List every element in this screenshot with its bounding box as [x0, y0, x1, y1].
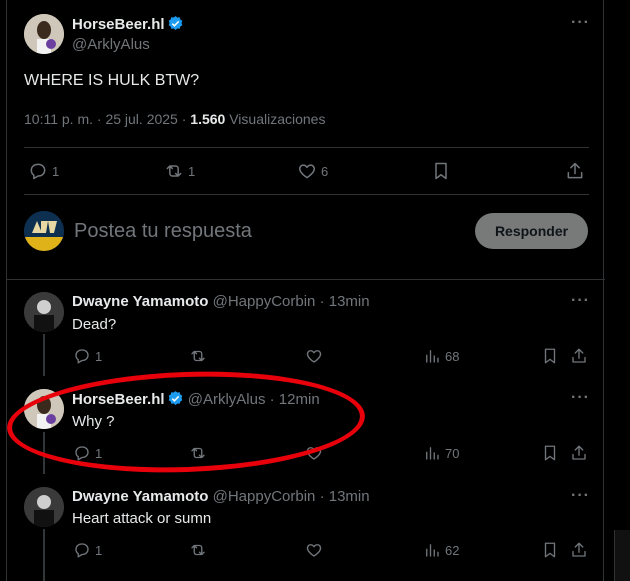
heart-icon [306, 350, 322, 363]
author-handle[interactable]: @HappyCorbin [213, 488, 316, 505]
aew-logo-avatar [24, 211, 64, 251]
views-label: Visualizaciones [225, 111, 326, 127]
reply-button[interactable]: 1 [73, 347, 102, 365]
heart-icon [306, 544, 322, 557]
share-icon [567, 162, 583, 179]
reply-age[interactable]: · 13min [320, 488, 370, 505]
reply-submit-button[interactable]: Responder [475, 213, 588, 249]
post-timestamp[interactable]: 10:11 p. m. · 25 jul. 2025 · [24, 111, 190, 127]
views-chart-icon [426, 350, 439, 363]
reply-header: Dwayne Yamamoto @HappyCorbin · 13min [72, 293, 370, 310]
dwayne-avatar-image [24, 487, 64, 527]
my-avatar[interactable] [24, 211, 64, 251]
views-count: 68 [445, 348, 460, 364]
divider [7, 279, 605, 280]
heart-icon [298, 164, 316, 179]
verified-badge-icon [168, 16, 182, 30]
views-chart-icon [426, 544, 439, 557]
share-button[interactable] [570, 444, 588, 462]
share-icon [572, 542, 586, 557]
divider [24, 194, 589, 195]
reply-text: Heart attack or sumn [72, 510, 212, 527]
bookmark-button[interactable] [541, 347, 559, 365]
reply-count: 1 [95, 348, 103, 364]
thread-line [43, 529, 45, 581]
timeline-column: HorseBeer.hl @ArklyAlus ··· WHERE IS HUL… [6, 0, 605, 581]
views-button[interactable]: 68 [423, 347, 459, 365]
bookmark-icon [544, 542, 556, 558]
like-button[interactable]: 6 [297, 161, 328, 181]
avatar[interactable] [24, 487, 64, 527]
bookmark-button[interactable] [541, 444, 559, 462]
more-options-icon[interactable]: ··· [571, 14, 590, 32]
views-count: 1.560 [190, 111, 226, 127]
author-handle[interactable]: @HappyCorbin [213, 293, 316, 310]
reply-button[interactable]: 1 [73, 541, 102, 559]
thread-line [43, 334, 45, 376]
bookmark-button[interactable] [541, 541, 559, 559]
bookmark-button[interactable] [431, 161, 451, 181]
views-button[interactable]: 62 [423, 541, 459, 559]
avatar[interactable] [24, 292, 64, 332]
views-count: 70 [445, 445, 460, 461]
views-count: 62 [445, 542, 460, 558]
author-name-text[interactable]: HorseBeer.hl [72, 16, 165, 33]
repost-icon [191, 544, 205, 556]
like-button[interactable] [305, 347, 323, 365]
bookmark-icon [544, 445, 556, 461]
share-icon [572, 445, 586, 460]
bookmark-icon [435, 162, 447, 180]
more-options-icon[interactable]: ··· [571, 389, 590, 407]
share-icon [572, 348, 586, 363]
more-options-icon[interactable]: ··· [571, 292, 590, 310]
repost-button[interactable] [189, 347, 207, 365]
reply-button[interactable]: 1 [28, 161, 59, 181]
reply-icon [75, 349, 89, 364]
reply-text: Dead? [72, 316, 117, 333]
reply-input[interactable]: Postea tu respuesta [74, 220, 252, 243]
post-text: WHERE IS HULK BTW? [24, 72, 200, 89]
reply-count: 1 [95, 542, 103, 558]
share-button[interactable] [565, 161, 585, 181]
avatar[interactable] [24, 14, 64, 54]
author-name[interactable]: HorseBeer.hl [72, 15, 184, 33]
like-button[interactable] [305, 541, 323, 559]
reply-age[interactable]: · 13min [320, 293, 370, 310]
repost-icon [166, 165, 182, 177]
share-button[interactable] [570, 347, 588, 365]
author-handle[interactable]: @ArklyAlus [72, 36, 150, 53]
repost-button[interactable] [189, 541, 207, 559]
repost-button[interactable]: 1 [164, 161, 195, 181]
author-name[interactable]: Dwayne Yamamoto [72, 488, 208, 505]
bookmark-icon [544, 348, 556, 364]
share-button[interactable] [570, 541, 588, 559]
post-meta: 10:11 p. m. · 25 jul. 2025 · 1.560 Visua… [24, 111, 325, 127]
reply-icon [30, 163, 46, 180]
reply-count: 1 [52, 163, 60, 179]
reply-icon [75, 543, 89, 558]
more-options-icon[interactable]: ··· [571, 487, 590, 505]
author-name[interactable]: Dwayne Yamamoto [72, 293, 208, 310]
dwayne-avatar-image [24, 292, 64, 332]
page-scrollbar[interactable] [614, 530, 630, 581]
divider [24, 147, 589, 148]
like-count: 6 [321, 163, 329, 179]
views-button[interactable]: 70 [423, 444, 459, 462]
views-chart-icon [426, 447, 439, 460]
repost-count: 1 [188, 163, 196, 179]
reply-header: Dwayne Yamamoto @HappyCorbin · 13min [72, 488, 370, 505]
repost-icon [191, 350, 205, 362]
horse-avatar-image [24, 14, 64, 54]
